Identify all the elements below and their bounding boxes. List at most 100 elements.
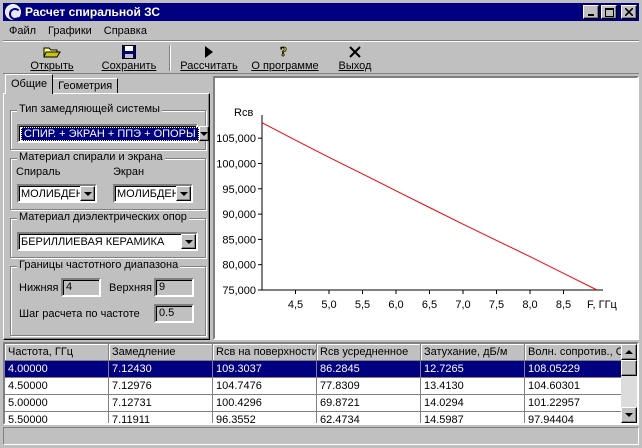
- x-tick-label: 7,0: [455, 299, 470, 311]
- close-icon: [625, 8, 633, 16]
- table-cell: 5.50000: [5, 412, 109, 423]
- about-button[interactable]: ? О программе: [249, 43, 321, 73]
- table-cell: 104.60301: [525, 378, 629, 395]
- spiral-label: Спираль: [16, 166, 61, 178]
- minimize-icon: [588, 14, 594, 16]
- material-group: Материал спирали и экрана Спираль Экран …: [10, 151, 206, 210]
- open-button[interactable]: Открыть: [29, 43, 75, 73]
- table-cell: 4.50000: [5, 378, 109, 395]
- about-label: О программе: [251, 60, 319, 72]
- x-tick-label: 5,0: [321, 299, 336, 311]
- column-header[interactable]: Rсв усредненное: [317, 344, 421, 361]
- y-tick-label: 100,000: [216, 158, 256, 170]
- menu-help[interactable]: Справка: [98, 25, 153, 37]
- series-line: [261, 122, 598, 291]
- close-x-icon: [349, 43, 361, 60]
- column-header[interactable]: Затухание, дБ/м: [421, 344, 525, 361]
- menu-file[interactable]: Файл: [3, 25, 42, 37]
- x-tick-label: 6,5: [422, 299, 437, 311]
- chevron-down-icon[interactable]: [198, 126, 209, 141]
- y-tick-label: 105,000: [216, 133, 256, 145]
- menu-charts[interactable]: Графики: [42, 25, 98, 37]
- status-bar: [3, 427, 639, 445]
- x-tick-label: 8,0: [522, 299, 537, 311]
- table-cell: 14.0294: [421, 395, 525, 412]
- table-cell: 109.3037: [213, 361, 317, 378]
- y-tick-label: 90,000: [222, 209, 256, 221]
- scroll-down-button[interactable]: [621, 407, 637, 423]
- spiral-material-select[interactable]: МОЛИБДЕН: [17, 184, 97, 203]
- y-tick-label: 85,000: [222, 234, 256, 246]
- column-header[interactable]: Частота, ГГц: [5, 344, 109, 361]
- column-header[interactable]: Волн. сопротив., Ом: [525, 344, 629, 361]
- table-cell: 97.94404: [525, 412, 629, 423]
- scroll-thumb[interactable]: [621, 360, 637, 376]
- table-cell: 101.22957: [525, 395, 629, 412]
- dielectric-material-select[interactable]: БЕРИЛЛИЕВАЯ КЕРАМИКА: [17, 232, 198, 251]
- scroll-up-button[interactable]: [621, 344, 637, 360]
- title-bar: Расчет спиральной ЗС: [3, 3, 639, 21]
- maximize-icon: [604, 7, 614, 17]
- arrow-up-icon: [625, 350, 633, 354]
- chevron-down-icon[interactable]: [176, 186, 191, 201]
- y-tick-label: 75,000: [222, 285, 256, 297]
- chart-panel: 75,000 80,000 85,000 90,000 95,000 100,000 105…: [213, 76, 639, 340]
- slow-wave-type-select[interactable]: СПИР. + ЭКРАН + ППЭ + ОПОРЫ: [17, 124, 209, 143]
- play-icon: [204, 43, 214, 60]
- screen-material-select[interactable]: МОЛИБДЕН: [113, 184, 193, 203]
- toolbar: Открыть Сохранить Рассчитать ? О програм…: [3, 40, 639, 74]
- slow-wave-type-title: Тип замедляющей системы: [17, 103, 162, 115]
- table-header-row: Частота, ГГц Замедление Rсв на поверхности…: [5, 344, 629, 361]
- slow-wave-type-value: СПИР. + ЭКРАН + ППЭ + ОПОРЫ: [21, 126, 199, 141]
- y-tick-label: 95,000: [222, 184, 256, 196]
- coupling-resistance-chart: 75,000 80,000 85,000 90,000 95,000 100,000 105…: [216, 107, 618, 311]
- exit-button[interactable]: Выход: [335, 43, 375, 73]
- lower-frequency-field[interactable]: 4: [61, 278, 101, 297]
- slow-wave-type-group: Тип замедляющей системы СПИР. + ЭКРАН + …: [10, 103, 209, 150]
- spiral-material-value: МОЛИБДЕН: [21, 187, 80, 200]
- upper-frequency-field[interactable]: 9: [154, 278, 194, 297]
- calculate-button[interactable]: Рассчитать: [179, 43, 239, 73]
- toolbar-separator: [169, 45, 171, 71]
- lower-label: Нижняя: [19, 282, 59, 294]
- column-header[interactable]: Замедление: [109, 344, 213, 361]
- chevron-down-icon[interactable]: [80, 186, 95, 201]
- open-label: Открыть: [30, 60, 74, 72]
- vertical-scrollbar[interactable]: [621, 344, 637, 423]
- table-cell: 108.05229: [525, 361, 629, 378]
- close-button[interactable]: [621, 5, 637, 19]
- tab-geometry[interactable]: Геометрия: [52, 78, 119, 94]
- main-window: Расчет спиральной ЗС Файл Графики Справк…: [0, 0, 642, 448]
- dielectric-title: Материал диэлектрических опор: [17, 211, 189, 223]
- svg-text:?: ?: [280, 45, 287, 59]
- table-cell: 96.3552: [213, 412, 317, 423]
- tab-general-content: Тип замедляющей системы СПИР. + ЭКРАН + …: [3, 93, 210, 340]
- maximize-button[interactable]: [601, 5, 617, 19]
- x-tick-label: 5,5: [355, 299, 370, 311]
- table-row[interactable]: 5.00000 7.12731 100.4296 69.8721 14.0294 101.…: [5, 395, 629, 412]
- table-cell: 77.8309: [317, 378, 421, 395]
- x-tick-label: 4,5: [288, 299, 303, 311]
- table-row[interactable]: 4.00000 7.12430 109.3037 86.2845 12.7265 108.…: [5, 361, 629, 378]
- table-cell: 69.8721: [317, 395, 421, 412]
- column-header[interactable]: Rсв на поверхности: [213, 344, 317, 361]
- floppy-icon: [122, 43, 136, 60]
- step-field[interactable]: 0.5: [154, 304, 194, 323]
- frequency-range-group: Границы частотного диапазона Нижняя 4 Ве…: [10, 259, 206, 336]
- upper-label: Верхняя: [109, 282, 152, 294]
- save-button[interactable]: Сохранить: [99, 43, 159, 73]
- table-cell: 7.12731: [109, 395, 213, 412]
- window-title: Расчет спиральной ЗС: [25, 5, 161, 19]
- minimize-button[interactable]: [583, 5, 599, 19]
- table-row[interactable]: 4.50000 7.12976 104.7476 77.8309 13.4130 104.…: [5, 378, 629, 395]
- dielectric-material-value: БЕРИЛЛИЕВАЯ КЕРАМИКА: [21, 235, 165, 248]
- app-icon[interactable]: [5, 4, 21, 20]
- open-folder-icon: [43, 43, 61, 60]
- table-cell: 7.12430: [109, 361, 213, 378]
- table-cell: 7.11911: [109, 412, 213, 423]
- tab-general[interactable]: Общие: [5, 74, 54, 94]
- x-axis-label: F, ГГц: [587, 299, 618, 311]
- y-axis-label: Rсв: [234, 107, 253, 119]
- table-row[interactable]: 5.50000 7.11911 96.3552 62.4734 14.5987 97.94…: [5, 412, 629, 423]
- chevron-down-icon[interactable]: [181, 234, 196, 249]
